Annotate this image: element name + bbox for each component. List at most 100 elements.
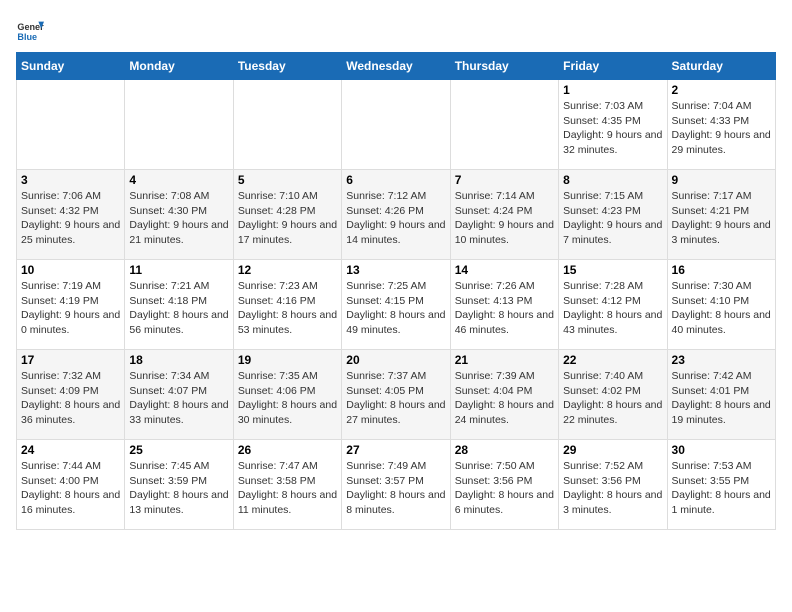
day-info: Sunrise: 7:28 AM Sunset: 4:12 PM Dayligh… — [563, 279, 662, 338]
day-info: Sunrise: 7:12 AM Sunset: 4:26 PM Dayligh… — [346, 189, 445, 248]
day-number: 8 — [563, 173, 662, 187]
day-info: Sunrise: 7:15 AM Sunset: 4:23 PM Dayligh… — [563, 189, 662, 248]
calendar-cell — [233, 80, 341, 170]
day-number: 28 — [455, 443, 554, 457]
calendar-cell: 30 Sunrise: 7:53 AM Sunset: 3:55 PM Dayli… — [667, 440, 775, 530]
calendar-cell: 25 Sunrise: 7:45 AM Sunset: 3:59 PM Dayli… — [125, 440, 233, 530]
calendar-cell: 23Sunrise: 7:42 AM Sunset: 4:01 PM Dayli… — [667, 350, 775, 440]
calendar-cell: 15 Sunrise: 7:28 AM Sunset: 4:12 PM Dayli… — [559, 260, 667, 350]
day-number: 17 — [21, 353, 120, 367]
day-number: 27 — [346, 443, 445, 457]
calendar-cell: 13 Sunrise: 7:25 AM Sunset: 4:15 PM Dayli… — [342, 260, 450, 350]
calendar-cell — [17, 80, 125, 170]
day-number: 3 — [21, 173, 120, 187]
day-number: 30 — [672, 443, 771, 457]
day-info: Sunrise: 7:50 AM Sunset: 3:56 PM Dayligh… — [455, 459, 554, 518]
calendar-week-row: 17 Sunrise: 7:32 AM Sunset: 4:09 PM Dayli… — [17, 350, 776, 440]
day-info: Sunrise: 7:14 AM Sunset: 4:24 PM Dayligh… — [455, 189, 554, 248]
weekday-header: Sunday — [17, 53, 125, 80]
calendar-week-row: 3 Sunrise: 7:06 AM Sunset: 4:32 PM Daylig… — [17, 170, 776, 260]
calendar-table: SundayMondayTuesdayWednesdayThursdayFrid… — [16, 52, 776, 530]
day-info: Sunrise: 7:49 AM Sunset: 3:57 PM Dayligh… — [346, 459, 445, 518]
day-info: Sunrise: 7:03 AM Sunset: 4:35 PM Dayligh… — [563, 99, 662, 158]
day-number: 11 — [129, 263, 228, 277]
calendar-cell — [342, 80, 450, 170]
calendar-cell: 26 Sunrise: 7:47 AM Sunset: 3:58 PM Dayli… — [233, 440, 341, 530]
day-number: 25 — [129, 443, 228, 457]
calendar-cell: 4 Sunrise: 7:08 AM Sunset: 4:30 PM Daylig… — [125, 170, 233, 260]
calendar-cell: 19Sunrise: 7:35 AM Sunset: 4:06 PM Dayli… — [233, 350, 341, 440]
day-info: Sunrise: 7:08 AM Sunset: 4:30 PM Dayligh… — [129, 189, 228, 248]
calendar-cell: 1 Sunrise: 7:03 AM Sunset: 4:35 PM Daylig… — [559, 80, 667, 170]
weekday-header: Thursday — [450, 53, 558, 80]
day-info: Sunrise: 7:25 AM Sunset: 4:15 PM Dayligh… — [346, 279, 445, 338]
calendar-cell: 24 Sunrise: 7:44 AM Sunset: 4:00 PM Dayli… — [17, 440, 125, 530]
calendar-cell: 3 Sunrise: 7:06 AM Sunset: 4:32 PM Daylig… — [17, 170, 125, 260]
calendar-cell: 2Sunrise: 7:04 AM Sunset: 4:33 PM Daylig… — [667, 80, 775, 170]
day-number: 12 — [238, 263, 337, 277]
day-number: 24 — [21, 443, 120, 457]
day-number: 26 — [238, 443, 337, 457]
day-info: Sunrise: 7:44 AM Sunset: 4:00 PM Dayligh… — [21, 459, 120, 518]
day-info: Sunrise: 7:19 AM Sunset: 4:19 PM Dayligh… — [21, 279, 120, 338]
day-number: 23 — [672, 353, 771, 367]
day-info: Sunrise: 7:34 AM Sunset: 4:07 PM Dayligh… — [129, 369, 228, 428]
day-number: 1 — [563, 83, 662, 97]
day-info: Sunrise: 7:53 AM Sunset: 3:55 PM Dayligh… — [672, 459, 771, 518]
logo-icon: General Blue — [16, 16, 44, 44]
calendar-cell: 10 Sunrise: 7:19 AM Sunset: 4:19 PM Dayli… — [17, 260, 125, 350]
calendar-cell: 28 Sunrise: 7:50 AM Sunset: 3:56 PM Dayli… — [450, 440, 558, 530]
day-number: 20 — [346, 353, 445, 367]
day-number: 7 — [455, 173, 554, 187]
day-number: 21 — [455, 353, 554, 367]
weekday-header: Wednesday — [342, 53, 450, 80]
day-info: Sunrise: 7:47 AM Sunset: 3:58 PM Dayligh… — [238, 459, 337, 518]
logo: General Blue — [16, 16, 48, 44]
day-number: 18 — [129, 353, 228, 367]
calendar-cell: 20 Sunrise: 7:37 AM Sunset: 4:05 PM Dayli… — [342, 350, 450, 440]
calendar-cell: 18 Sunrise: 7:34 AM Sunset: 4:07 PM Dayli… — [125, 350, 233, 440]
calendar-cell: 9 Sunrise: 7:17 AM Sunset: 4:21 PM Daylig… — [667, 170, 775, 260]
calendar-cell: 11 Sunrise: 7:21 AM Sunset: 4:18 PM Dayli… — [125, 260, 233, 350]
day-info: Sunrise: 7:39 AM Sunset: 4:04 PM Dayligh… — [455, 369, 554, 428]
calendar-cell: 16 Sunrise: 7:30 AM Sunset: 4:10 PM Dayli… — [667, 260, 775, 350]
calendar-cell: 17 Sunrise: 7:32 AM Sunset: 4:09 PM Dayli… — [17, 350, 125, 440]
calendar-cell: 5 Sunrise: 7:10 AM Sunset: 4:28 PM Daylig… — [233, 170, 341, 260]
day-number: 13 — [346, 263, 445, 277]
calendar-cell: 21 Sunrise: 7:39 AM Sunset: 4:04 PM Dayli… — [450, 350, 558, 440]
weekday-header: Friday — [559, 53, 667, 80]
calendar-cell: 8 Sunrise: 7:15 AM Sunset: 4:23 PM Daylig… — [559, 170, 667, 260]
calendar-cell: 7 Sunrise: 7:14 AM Sunset: 4:24 PM Daylig… — [450, 170, 558, 260]
day-number: 15 — [563, 263, 662, 277]
day-info: Sunrise: 7:35 AM Sunset: 4:06 PM Dayligh… — [238, 369, 337, 428]
day-info: Sunrise: 7:45 AM Sunset: 3:59 PM Dayligh… — [129, 459, 228, 518]
day-info: Sunrise: 7:37 AM Sunset: 4:05 PM Dayligh… — [346, 369, 445, 428]
day-number: 29 — [563, 443, 662, 457]
calendar-cell: 22 Sunrise: 7:40 AM Sunset: 4:02 PM Dayli… — [559, 350, 667, 440]
calendar-week-row: 1 Sunrise: 7:03 AM Sunset: 4:35 PM Daylig… — [17, 80, 776, 170]
day-number: 4 — [129, 173, 228, 187]
day-info: Sunrise: 7:17 AM Sunset: 4:21 PM Dayligh… — [672, 189, 771, 248]
day-info: Sunrise: 7:21 AM Sunset: 4:18 PM Dayligh… — [129, 279, 228, 338]
day-number: 6 — [346, 173, 445, 187]
day-info: Sunrise: 7:04 AM Sunset: 4:33 PM Dayligh… — [672, 99, 771, 158]
calendar-cell — [125, 80, 233, 170]
day-number: 22 — [563, 353, 662, 367]
day-number: 5 — [238, 173, 337, 187]
calendar-cell: 14Sunrise: 7:26 AM Sunset: 4:13 PM Dayli… — [450, 260, 558, 350]
calendar-week-row: 24 Sunrise: 7:44 AM Sunset: 4:00 PM Dayli… — [17, 440, 776, 530]
day-number: 16 — [672, 263, 771, 277]
day-info: Sunrise: 7:10 AM Sunset: 4:28 PM Dayligh… — [238, 189, 337, 248]
page-header: General Blue — [16, 16, 776, 44]
day-info: Sunrise: 7:30 AM Sunset: 4:10 PM Dayligh… — [672, 279, 771, 338]
day-number: 9 — [672, 173, 771, 187]
weekday-header: Saturday — [667, 53, 775, 80]
day-info: Sunrise: 7:06 AM Sunset: 4:32 PM Dayligh… — [21, 189, 120, 248]
calendar-header-row: SundayMondayTuesdayWednesdayThursdayFrid… — [17, 53, 776, 80]
calendar-cell: 12Sunrise: 7:23 AM Sunset: 4:16 PM Dayli… — [233, 260, 341, 350]
day-info: Sunrise: 7:40 AM Sunset: 4:02 PM Dayligh… — [563, 369, 662, 428]
day-info: Sunrise: 7:32 AM Sunset: 4:09 PM Dayligh… — [21, 369, 120, 428]
weekday-header: Tuesday — [233, 53, 341, 80]
calendar-cell: 29Sunrise: 7:52 AM Sunset: 3:56 PM Dayli… — [559, 440, 667, 530]
day-number: 10 — [21, 263, 120, 277]
